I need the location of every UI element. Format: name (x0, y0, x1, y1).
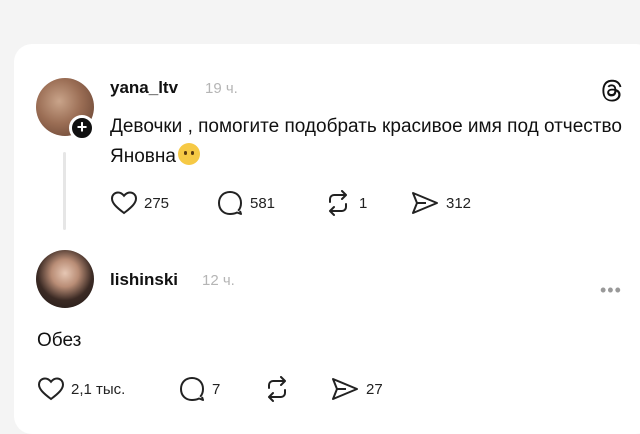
repost-button[interactable]: 1 (323, 190, 367, 216)
heart-icon (37, 377, 65, 401)
avatar[interactable] (36, 250, 94, 308)
comment-icon (180, 377, 204, 401)
like-button[interactable]: 275 (110, 190, 169, 216)
post-time: 19 ч. (205, 80, 238, 97)
repost-icon (329, 190, 347, 216)
follow-plus-icon[interactable]: + (69, 115, 95, 141)
more-icon[interactable]: ••• (600, 280, 622, 301)
comment-count: 7 (212, 380, 221, 398)
post-text: Девочки , помогите подобрать красивое им… (110, 116, 622, 167)
like-count: 275 (144, 194, 170, 212)
share-count: 27 (366, 380, 383, 398)
comment-button[interactable]: 581 (216, 190, 275, 216)
repost-count: 1 (359, 194, 368, 212)
repost-button[interactable] (262, 376, 298, 402)
reply-username[interactable]: lishinski (110, 270, 178, 290)
reply-text: Обез (37, 330, 82, 351)
comment-icon (218, 191, 242, 215)
share-count: 312 (446, 194, 472, 212)
post-username[interactable]: yana_ltv (110, 78, 178, 98)
heart-icon (110, 191, 138, 215)
share-icon (332, 378, 358, 400)
comment-count: 581 (250, 194, 276, 212)
share-button[interactable]: 27 (330, 376, 383, 402)
like-button[interactable]: 2,1 тыс. (37, 376, 125, 402)
share-icon (412, 192, 438, 214)
share-button[interactable]: 312 (410, 190, 471, 216)
reply-time: 12 ч. (202, 272, 235, 289)
crying-smile-emoji-icon (177, 143, 200, 165)
comment-button[interactable]: 7 (178, 376, 220, 402)
like-count: 2,1 тыс. (71, 380, 126, 398)
repost-icon (268, 376, 286, 402)
threads-logo-icon[interactable] (600, 78, 624, 102)
thread-connector-line (63, 152, 66, 230)
